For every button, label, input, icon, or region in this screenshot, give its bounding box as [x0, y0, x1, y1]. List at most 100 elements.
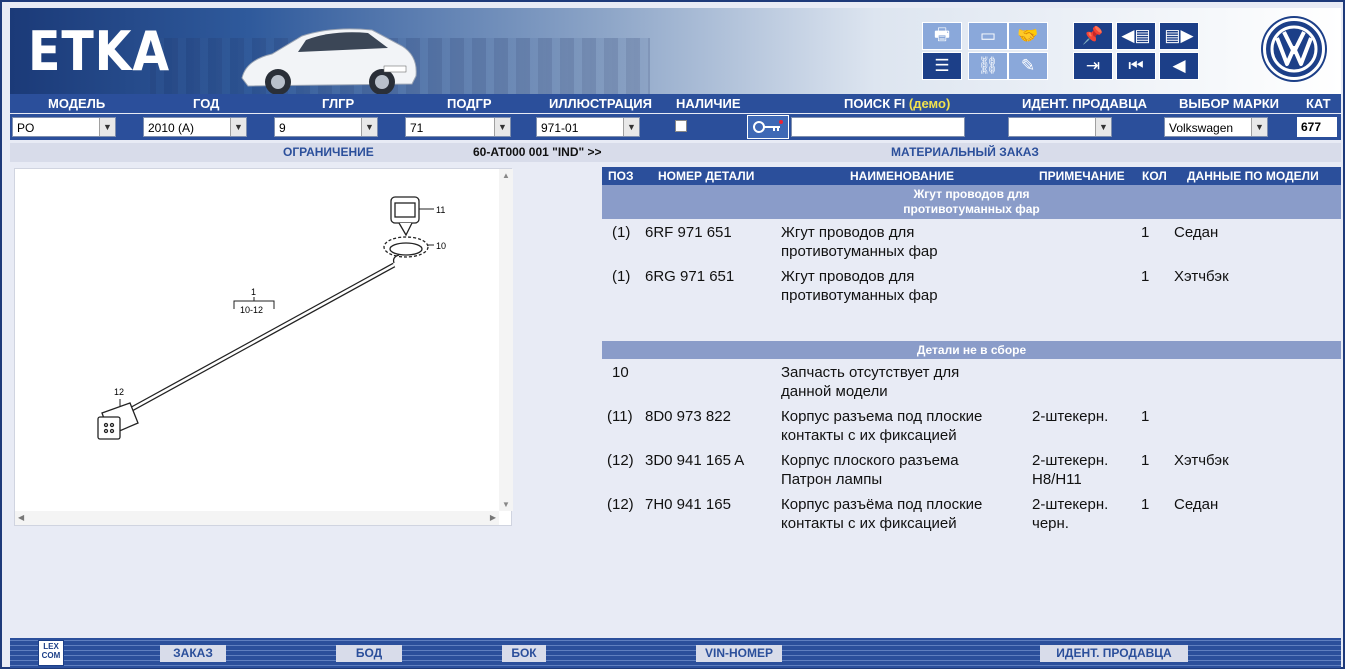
footer-bar: LEX COM ЗАКАЗ БОД БОК VIN-НОМЕР ИДЕНТ. П…: [10, 638, 1341, 668]
header-name: НАИМЕНОВАНИЕ: [850, 169, 954, 183]
row-part-number[interactable]: 8D0 973 822: [645, 407, 731, 427]
row-part-number[interactable]: 6RF 971 651: [645, 223, 732, 243]
etka-window: ETKA 🖶 ▭ 🤝 ☰ ⛓ ✎ 📌 ◀▤ ▤▶ ⇥ ⏮ ◀ МОДЕЛЬ ГО…: [0, 0, 1345, 669]
list-icon[interactable]: ☰: [922, 52, 962, 80]
dealer-id-select[interactable]: ▼: [1008, 117, 1112, 137]
illustration-image[interactable]: 11 10 1 10-12 12: [54, 173, 454, 481]
label-catalog: КАТ: [1306, 96, 1331, 111]
year-select[interactable]: 2010 (A) ▼: [143, 117, 247, 137]
key-button[interactable]: [747, 115, 789, 139]
pin-icon[interactable]: 📌: [1073, 22, 1113, 50]
table-row[interactable]: (1) 6RF 971 651 Жгут проводов для против…: [602, 223, 1341, 267]
brand-select[interactable]: Volkswagen ▼: [1164, 117, 1268, 137]
scroll-left-icon[interactable]: ◀: [18, 513, 24, 522]
table-row[interactable]: 10 Запчасть отсутствует для данной модел…: [602, 363, 1341, 407]
row-name-line1: Запчасть отсутствует для: [781, 364, 960, 381]
illustration-horizontal-scrollbar[interactable]: ◀ ▶: [15, 511, 499, 525]
row-pos: (1): [612, 268, 631, 285]
row-pos: 10: [612, 364, 629, 381]
availability-checkbox[interactable]: [675, 120, 687, 132]
model-select[interactable]: PO ▼: [12, 117, 116, 137]
header-part-number: НОМЕР ДЕТАЛИ: [658, 169, 755, 183]
main-group-value: 9: [279, 121, 286, 135]
row-model: Хэтчбэк: [1174, 268, 1229, 285]
table-row[interactable]: (1) 6RG 971 651 Жгут проводов для против…: [602, 267, 1341, 311]
row-name-line1: Жгут проводов для: [781, 268, 915, 285]
pencil-icon[interactable]: ✎: [1008, 52, 1048, 80]
row-name-line1: Корпус разъема под плоские: [781, 408, 983, 425]
row-part-number[interactable]: 7H0 941 165: [645, 495, 731, 515]
sub-group-select[interactable]: 71 ▼: [405, 117, 511, 137]
group-title: Детали не в сборе: [916, 343, 1027, 357]
first-icon[interactable]: ⏮: [1116, 52, 1156, 80]
restriction-link[interactable]: ОГРАНИЧЕНИЕ: [283, 145, 374, 159]
field-labels-bar: МОДЕЛЬ ГОД ГЛГР ПОДГР ИЛЛЮСТРАЦИЯ НАЛИЧИ…: [10, 94, 1341, 113]
row-model: Седан: [1174, 496, 1219, 513]
chevron-down-icon[interactable]: ▼: [99, 118, 115, 136]
parts-table: ПОЗ НОМЕР ДЕТАЛИ НАИМЕНОВАНИЕ ПРИМЕЧАНИЕ…: [602, 167, 1341, 539]
window-icon[interactable]: ▭: [968, 22, 1008, 50]
header-pos: ПОЗ: [608, 169, 634, 183]
callout-11: 11: [436, 205, 445, 215]
scroll-right-icon[interactable]: ▶: [490, 513, 496, 522]
search-fi-input[interactable]: [791, 117, 965, 137]
chevron-down-icon[interactable]: ▼: [1251, 118, 1267, 136]
back-icon[interactable]: ◀: [1159, 52, 1199, 80]
key-icon: [753, 120, 783, 133]
network-icon[interactable]: ⛓: [968, 52, 1008, 80]
car-image: [241, 28, 417, 94]
previous-page-icon[interactable]: ◀▤: [1116, 22, 1156, 50]
bok-button[interactable]: БОК: [502, 645, 546, 662]
header-banner: ETKA 🖶 ▭ 🤝 ☰ ⛓ ✎ 📌 ◀▤ ▤▶ ⇥ ⏮ ◀: [10, 8, 1341, 94]
handshake-icon[interactable]: 🤝: [1008, 22, 1048, 50]
scroll-up-icon[interactable]: ▲: [499, 171, 513, 180]
exit-icon[interactable]: ⇥: [1073, 52, 1113, 80]
field-inputs-bar: PO ▼ 2010 (A) ▼ 9 ▼ 71 ▼ 971-01 ▼ ▼ Volkswage…: [10, 114, 1341, 140]
row-note-line1: 2-штекерн.: [1032, 496, 1109, 513]
main-group-select[interactable]: 9 ▼: [274, 117, 378, 137]
scroll-down-icon[interactable]: ▼: [499, 500, 513, 509]
order-button[interactable]: ЗАКАЗ: [160, 645, 226, 662]
restriction-code[interactable]: 60-AT000 001 "IND" >>: [473, 145, 602, 159]
illustration-vertical-scrollbar[interactable]: ▲ ▼: [499, 169, 513, 511]
chevron-down-icon[interactable]: ▼: [1095, 118, 1111, 136]
chevron-down-icon[interactable]: ▼: [494, 118, 510, 136]
table-row[interactable]: (11) 8D0 973 822 Корпус разъема под плос…: [602, 407, 1341, 451]
label-sub-group: ПОДГР: [447, 96, 492, 111]
row-part-number[interactable]: 6RG 971 651: [645, 267, 734, 287]
row-name-line2: Патрон лампы: [781, 471, 883, 488]
row-pos: (12): [607, 496, 634, 513]
row-pos: (11): [607, 408, 633, 425]
label-search-fi-text: ПОИСК FI: [844, 96, 906, 111]
sub-group-value: 71: [410, 121, 424, 135]
row-pos: (12): [607, 452, 634, 469]
illustration-value: 971-01: [541, 121, 579, 135]
row-name-line2: противотуманных фар: [781, 287, 938, 304]
print-icon[interactable]: 🖶: [922, 22, 962, 50]
vw-logo-icon: [1263, 18, 1325, 80]
brand-value: Volkswagen: [1169, 121, 1234, 135]
bod-button[interactable]: БОД: [336, 645, 402, 662]
group-header-harness: Жгут проводов для противотуманных фар: [602, 185, 1341, 219]
row-name-line2: противотуманных фар: [781, 243, 938, 260]
table-row[interactable]: (12) 7H0 941 165 Корпус разъёма под плос…: [602, 495, 1341, 539]
material-order-link[interactable]: МАТЕРИАЛЬНЫЙ ЗАКАЗ: [891, 145, 1039, 159]
label-illustration: ИЛЛЮСТРАЦИЯ: [549, 96, 652, 111]
lexcom-logo: LEX COM: [38, 640, 64, 666]
next-page-icon[interactable]: ▤▶: [1159, 22, 1199, 50]
chevron-down-icon[interactable]: ▼: [623, 118, 639, 136]
row-model: Седан: [1174, 224, 1219, 241]
row-qty: 1: [1141, 408, 1150, 425]
row-part-number[interactable]: 3D0 941 165 A: [645, 451, 744, 471]
dealer-id-button[interactable]: ИДЕНТ. ПРОДАВЦА: [1040, 645, 1188, 662]
callout-10-12: 10-12: [240, 305, 263, 315]
illustration-select[interactable]: 971-01 ▼: [536, 117, 640, 137]
label-availability: НАЛИЧИЕ: [676, 96, 741, 111]
vin-number-button[interactable]: VIN-НОМЕР: [696, 645, 782, 662]
callout-12: 12: [114, 387, 124, 397]
chevron-down-icon[interactable]: ▼: [361, 118, 377, 136]
chevron-down-icon[interactable]: ▼: [230, 118, 246, 136]
label-demo: (демо): [908, 96, 951, 111]
table-row[interactable]: (12) 3D0 941 165 A Корпус плоского разъе…: [602, 451, 1341, 495]
row-name-line1: Жгут проводов для: [781, 224, 915, 241]
